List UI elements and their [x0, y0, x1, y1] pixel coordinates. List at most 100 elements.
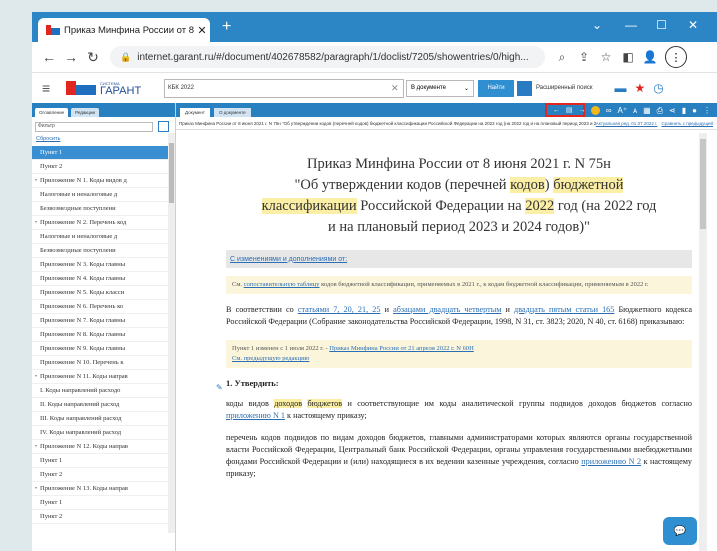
bookmark-star-icon[interactable]: ☆	[595, 50, 617, 64]
toc-item[interactable]: III. Коды направлений расход	[32, 412, 168, 426]
next-arrow-icon[interactable]: →	[578, 107, 585, 114]
font-size-icon[interactable]: A⁺	[618, 106, 628, 115]
pencil-icon[interactable]: ✎	[216, 383, 223, 392]
text-icon[interactable]: ᴀ	[633, 106, 637, 115]
url-field[interactable]: 🔒 internet.garant.ru/#/document/40267858…	[110, 46, 545, 68]
toc-item[interactable]: Приложение N 6. Перечень ко	[32, 300, 168, 314]
comparison-table-link[interactable]: сопоставительную таблицу	[244, 281, 320, 288]
print-icon[interactable]: ⎙	[657, 106, 663, 116]
minimize-button[interactable]: —	[625, 18, 637, 32]
appendix-2-link[interactable]: приложению N 2	[581, 457, 641, 466]
share-icon[interactable]: ⋖	[669, 106, 676, 115]
back-arrow-icon[interactable]: ←	[38, 49, 60, 65]
toc-item-label: Приложение N 3. Коды главны	[40, 261, 126, 268]
toc-item[interactable]: Приложение N 7. Коды главны	[32, 314, 168, 328]
toc-item[interactable]: Пункт 2	[32, 160, 168, 174]
tab-contents[interactable]: Оглавление	[35, 108, 69, 117]
toc-item[interactable]: Приложение N 10. Перечень к	[32, 356, 168, 370]
find-button[interactable]: Найти	[478, 79, 514, 97]
tab-about-document[interactable]: О документе	[213, 108, 251, 117]
paragraphs-link[interactable]: абзацами двадцать четвертым	[393, 305, 501, 314]
toc-item[interactable]: • Приложение N 2. Перечень код	[32, 216, 168, 230]
browser-menu-icon[interactable]: ⋮	[665, 46, 687, 68]
info-icon[interactable]: ●	[692, 106, 697, 115]
reset-link[interactable]: Сбросить	[36, 136, 175, 142]
toc-item[interactable]: Пункт 1	[32, 454, 168, 468]
toc-item-label: III. Коды направлений расход	[40, 415, 122, 422]
amending-order-link[interactable]: Приказ Минфина России от 21 апреля 2022 …	[329, 345, 474, 352]
sidepanel-icon[interactable]: ◧	[617, 50, 639, 64]
close-window-button[interactable]: ✕	[688, 18, 698, 32]
browser-tab[interactable]: Приказ Минфина России от 8 ию ✕	[38, 18, 210, 42]
maximize-button[interactable]: ☐	[656, 18, 667, 32]
toc-item-label: Приложение N 9. Коды главны	[40, 345, 126, 352]
toc-item[interactable]: • Приложение N 11. Коды направ	[32, 370, 168, 384]
search-scope-select[interactable]: В документе ⌄	[406, 79, 474, 97]
address-bar-row: ← → ↻ 🔒 internet.garant.ru/#/document/40…	[32, 42, 717, 73]
toc-item-label: Приложение N 10. Перечень к	[40, 359, 124, 366]
toc-item[interactable]: Приложение N 9. Коды главны	[32, 342, 168, 356]
toc-item[interactable]: • Приложение N 13. Коды направ	[32, 482, 168, 496]
document-icon[interactable]: ▤	[566, 106, 573, 114]
tab-close-icon[interactable]: ✕	[194, 24, 210, 37]
appendix-1-link[interactable]: приложению N 1	[226, 411, 285, 420]
document-scroll-thumb[interactable]	[700, 139, 706, 229]
toc-item[interactable]: Приложение N 3. Коды главны	[32, 258, 168, 272]
favorites-star-icon[interactable]: ★	[635, 81, 646, 95]
filter-input[interactable]: Фильтр	[35, 121, 153, 132]
toc-item[interactable]: IV. Коды направлений расход	[32, 426, 168, 440]
toc-item-label: Налоговые и неналоговые д	[40, 233, 118, 240]
new-tab-button[interactable]: +	[222, 18, 231, 36]
articles-link[interactable]: статьями 7, 20, 21, 25	[298, 305, 381, 314]
share-icon[interactable]: ⇪	[573, 50, 595, 64]
chat-button-icon[interactable]: 💬	[663, 517, 697, 545]
toc-item[interactable]: Налоговые и неналоговые д	[32, 230, 168, 244]
zoom-icon[interactable]: ⌕	[551, 50, 573, 65]
article-165-link[interactable]: двадцать пятым статьи 165	[514, 305, 614, 314]
toc-item[interactable]: Пункт 2	[32, 510, 168, 524]
hamburger-menu-icon[interactable]: ≡	[42, 80, 66, 96]
toc-item[interactable]: • Приложение N 12. Коды направ	[32, 440, 168, 454]
history-icon[interactable]: ◷	[653, 81, 663, 95]
toc-item[interactable]: II. Коды направлений расход	[32, 398, 168, 412]
toc-item[interactable]: Пункт 1	[32, 496, 168, 510]
tab-document[interactable]: Документ	[180, 108, 210, 117]
toc-item[interactable]: Безвозмездные поступлени	[32, 202, 168, 216]
bookmark-icon[interactable]: ▮	[682, 106, 686, 115]
toc-item[interactable]: Приложение N 5. Коды класси	[32, 286, 168, 300]
profile-icon[interactable]: 👤	[639, 50, 661, 64]
toc-item[interactable]: Безвозмездные поступлени	[32, 244, 168, 258]
toc-item[interactable]: Пункт 2	[32, 468, 168, 482]
previous-edition-link[interactable]: См. предыдущую редакцию	[232, 355, 309, 362]
sidebar-scroll-thumb[interactable]	[169, 143, 174, 203]
search-scope-value: В документе	[411, 85, 446, 91]
tab-search-icon[interactable]: ⌄	[592, 18, 602, 32]
edition-link[interactable]: Актуальная ред. 01.07.2022 г.	[596, 121, 658, 126]
prev-arrow-icon[interactable]: ←	[553, 107, 560, 114]
toc-item[interactable]: • Приложение N 1. Коды видов д	[32, 174, 168, 188]
toc-item[interactable]: I. Коды направлений расходо	[32, 384, 168, 398]
changes-link[interactable]: С изменениями и дополнениями от:	[226, 250, 692, 268]
clear-search-icon[interactable]: ✕	[391, 83, 403, 94]
coin-icon[interactable]	[590, 106, 600, 115]
search-input[interactable]: КБК 2022 ✕	[164, 78, 404, 98]
card-icon[interactable]: ▬	[615, 81, 627, 95]
forward-arrow-icon[interactable]: →	[60, 49, 82, 65]
toc-item-label: Приложение N 7. Коды главны	[40, 317, 126, 324]
glasses-icon[interactable]: ∞	[606, 106, 612, 115]
reload-icon[interactable]: ↻	[82, 49, 104, 66]
toc-item[interactable]: Налоговые и неналоговые д	[32, 188, 168, 202]
advanced-search-icon[interactable]	[517, 80, 532, 96]
compare-previous-link[interactable]: Сравнить с предыдущей	[661, 121, 713, 126]
toc-item[interactable]: Приложение N 8. Коды главны	[32, 328, 168, 342]
toc-item[interactable]: Приложение N 4. Коды главны	[32, 272, 168, 286]
export-icon[interactable]: ▦	[643, 106, 651, 115]
filter-toggle-icon[interactable]	[158, 121, 169, 132]
toc-item[interactable]: Пункт 1	[32, 146, 168, 160]
advanced-search-link[interactable]: Расширенный поиск	[536, 85, 593, 91]
tab-editions[interactable]: Редакции	[71, 108, 100, 117]
sidebar-scrollbar[interactable]	[168, 133, 175, 533]
more-icon[interactable]: ⋮	[703, 106, 711, 115]
garant-logo[interactable]: СИСТЕМА ГАРАНТ	[66, 81, 164, 96]
document-scrollbar[interactable]	[699, 133, 707, 551]
